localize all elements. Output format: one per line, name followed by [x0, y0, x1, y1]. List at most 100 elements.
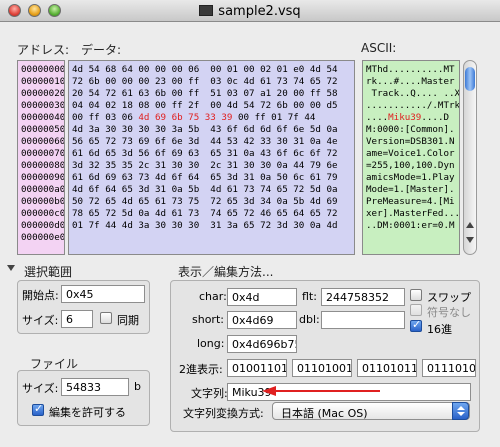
address-row-text: 000000b0 — [21, 196, 65, 207]
binary-byte-4[interactable]: 01110101 — [422, 359, 476, 377]
hex-row: 78 65 72 5d 0a 4d 61 73 74 65 72 46 65 6… — [72, 208, 354, 220]
hex-row-text: 61 6d 65 3d 56 6f 69 63 65 31 0a 43 6f 6… — [72, 148, 338, 159]
hex-row-text: 20 54 72 61 63 6b 00 ff 51 03 07 a1 20 0… — [72, 88, 338, 99]
short-field[interactable]: 0x4d69 — [227, 311, 297, 329]
encoding-label: 文字列変換方式: — [183, 407, 264, 420]
hex-row: 20 54 72 61 63 6b 00 ff 51 03 07 a1 20 0… — [72, 88, 354, 100]
dbl-field[interactable] — [321, 311, 405, 329]
address-row: 000000b0 — [21, 196, 64, 208]
address-row-text: 00000000 — [21, 64, 65, 75]
hex16-checkbox[interactable] — [410, 318, 422, 332]
ascii-row: =255,100,100.Dyn — [366, 160, 459, 172]
flt-field[interactable]: 244758352 — [321, 288, 405, 306]
ascii-row-text: Mode=1.[Master]. — [366, 184, 455, 195]
hex-data-pane[interactable]: 4d 54 68 64 00 00 00 06 00 01 00 02 01 e… — [68, 60, 355, 255]
address-row: 00000050 — [21, 124, 64, 136]
ascii-row-text: ..DM:0001:er=0.M — [366, 220, 455, 231]
scroll-thumb[interactable] — [465, 67, 475, 91]
chevron-updown-icon[interactable] — [452, 402, 469, 420]
hex-row: 00 ff 03 06 4d 69 6b 75 33 39 00 ff 01 7… — [72, 112, 354, 124]
address-row-text: 000000e0 — [21, 232, 65, 243]
ascii-row: Track..Q.... ..X — [366, 88, 459, 100]
ascii-row-text: rk...#....Master — [366, 76, 455, 87]
address-row-text: 00000050 — [21, 124, 65, 135]
ascii-row-text: M:0000:[Common]. — [366, 124, 455, 135]
signless-checkbox[interactable] — [410, 304, 422, 316]
address-row: 00000070 — [21, 148, 64, 160]
address-row: 00000040 — [21, 112, 64, 124]
binary-byte-2[interactable]: 01101001 — [292, 359, 352, 377]
address-row-text: 00000070 — [21, 148, 65, 159]
hex16-label: 16進 — [427, 323, 452, 336]
file-box: サイズ: 54833 b 編集を許可する — [17, 370, 150, 426]
address-column: 00000000 00000010 00000020 00000030 00000040… — [17, 60, 65, 255]
address-row: 00000080 — [21, 160, 64, 172]
ascii-pane[interactable]: MThd..........MT rk...#....Master Track..… — [362, 60, 460, 255]
address-row-text: 00000040 — [21, 112, 65, 123]
ascii-row: PreMeasure=4.[Mi — [366, 196, 459, 208]
hex-row-text: 50 72 65 4d 65 61 73 75 72 65 3d 34 0a 5… — [72, 196, 338, 207]
hex-row-text: 4d 54 68 64 00 00 00 06 00 01 00 02 01 e… — [72, 64, 338, 75]
hex-row-text: 00 ff 01 7f 44 — [232, 112, 316, 123]
ascii-row-text: amicsMode=1.Play — [366, 172, 455, 183]
start-label: 開始点: — [22, 289, 59, 302]
hex-row: 04 04 02 18 08 00 ff 2f 00 4d 54 72 6b 0… — [72, 100, 354, 112]
address-row-text: 00000020 — [21, 88, 65, 99]
vertical-scrollbar[interactable] — [463, 60, 477, 255]
hex-row: 4d 6f 64 65 3d 31 0a 5b 4d 61 73 74 65 7… — [72, 184, 354, 196]
hex-row: 3d 32 35 35 2c 31 30 30 2c 31 30 30 0a 4… — [72, 160, 354, 172]
app-window: sample2.vsq アドレス: データ: ASCII: 00000000 00… — [0, 0, 500, 447]
address-row: 000000e0 — [21, 232, 64, 244]
allow-edit-label: 編集を許可する — [49, 406, 126, 419]
selection-section-label: 選択範囲 — [24, 265, 73, 279]
ascii-row — [366, 232, 459, 244]
address-row: 00000000 — [21, 64, 64, 76]
scroll-down-arrow-icon[interactable] — [466, 237, 474, 243]
disclosure-triangle-icon[interactable] — [7, 265, 15, 271]
ascii-row-text: Version=DSB301.N — [366, 136, 455, 147]
ascii-row-text: .........../.MTrk... — [366, 100, 460, 111]
ascii-row: MThd..........MT — [366, 64, 459, 76]
ascii-row: ame=Voice1.Color — [366, 148, 459, 160]
char-field[interactable]: 0x4d — [227, 288, 297, 306]
window-title-text: sample2.vsq — [218, 4, 301, 19]
scroll-up-arrow-icon[interactable] — [466, 222, 474, 228]
address-row: 000000a0 — [21, 184, 64, 196]
hex-row: 56 65 72 73 69 6f 6e 3d 44 53 42 33 30 3… — [72, 136, 354, 148]
flt-label: flt: — [302, 290, 317, 303]
address-row: 00000010 — [21, 76, 64, 88]
address-row: 000000d0 — [21, 220, 64, 232]
file-size-label: サイズ: — [22, 382, 59, 395]
selected-bytes: 4d 69 6b 75 33 39 — [138, 112, 233, 123]
address-row: 00000030 — [21, 100, 64, 112]
encoding-select[interactable]: 日本語 (Mac OS) — [272, 402, 470, 420]
long-label: long: — [197, 337, 225, 350]
sync-label: 同期 — [117, 314, 139, 327]
start-field[interactable]: 0x45 — [61, 285, 145, 303]
long-field[interactable]: 0x4d696b75 — [227, 335, 297, 353]
address-row-text: 00000010 — [21, 76, 65, 87]
address-header: アドレス: — [17, 43, 70, 57]
short-label: short: — [192, 313, 224, 326]
window-title: sample2.vsq — [0, 4, 500, 19]
sync-checkbox[interactable] — [100, 312, 112, 324]
address-row-text: 00000060 — [21, 136, 65, 147]
swap-checkbox[interactable] — [410, 289, 422, 301]
allow-edit-checkbox[interactable] — [32, 402, 44, 416]
hex-row-text: 78 65 72 5d 0a 4d 61 73 74 65 72 46 65 6… — [72, 208, 338, 219]
binary-byte-1[interactable]: 01001101 — [227, 359, 287, 377]
selection-box: 開始点: 0x45 サイズ: 6 同期 — [17, 280, 150, 334]
binary-byte-3[interactable]: 01101011 — [357, 359, 417, 377]
binary-label: 2進表示: — [179, 363, 223, 376]
dbl-label: dbl: — [299, 313, 320, 326]
hex-row: 50 72 65 4d 65 61 73 75 72 65 3d 34 0a 5… — [72, 196, 354, 208]
hex-row: 4d 3a 30 30 30 30 3a 5b 43 6f 6d 6d 6f 6… — [72, 124, 354, 136]
ascii-row: xer].MasterFed... — [366, 208, 459, 220]
selected-bytes: Miku39 — [388, 112, 422, 123]
selection-size-field[interactable]: 6 — [61, 310, 93, 328]
address-row-text: 000000d0 — [21, 220, 65, 231]
hex-row-text: 72 6b 00 00 00 23 00 ff 03 0c 4d 61 73 7… — [72, 76, 338, 87]
hex-row-text: 4d 6f 64 65 3d 31 0a 5b 4d 61 73 74 65 7… — [72, 184, 338, 195]
hex-row: 72 6b 00 00 00 23 00 ff 03 0c 4d 61 73 7… — [72, 76, 354, 88]
data-header: データ: — [81, 43, 122, 57]
